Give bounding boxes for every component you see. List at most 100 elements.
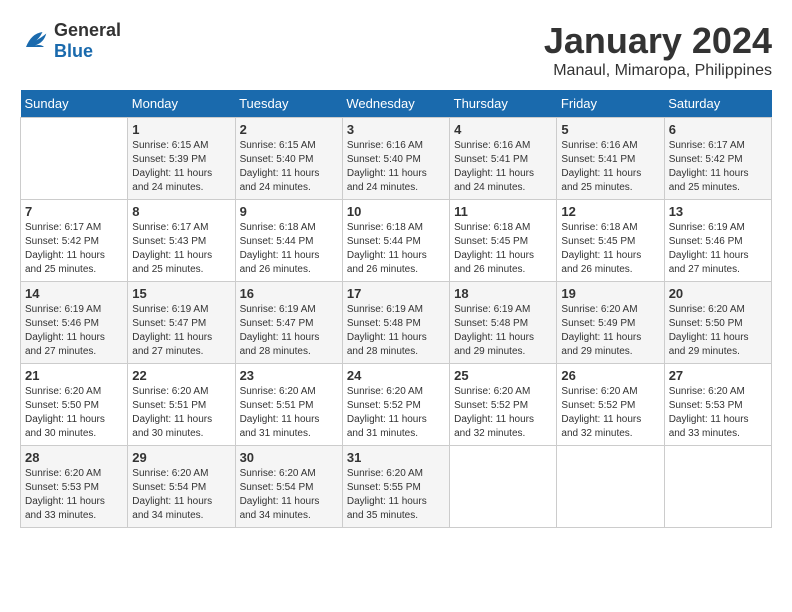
day-of-week-header: Monday <box>128 90 235 118</box>
title-block: January 2024 Manaul, Mimaropa, Philippin… <box>544 20 772 80</box>
day-info: Sunrise: 6:18 AMSunset: 5:44 PMDaylight:… <box>347 221 445 277</box>
day-info: Sunrise: 6:16 AMSunset: 5:40 PMDaylight:… <box>347 139 445 195</box>
calendar-day-cell: 16Sunrise: 6:19 AMSunset: 5:47 PMDayligh… <box>235 282 342 364</box>
day-info: Sunrise: 6:18 AMSunset: 5:45 PMDaylight:… <box>561 221 659 277</box>
day-of-week-header: Friday <box>557 90 664 118</box>
day-number: 18 <box>454 286 552 301</box>
day-number: 27 <box>669 368 767 383</box>
day-info: Sunrise: 6:20 AMSunset: 5:52 PMDaylight:… <box>347 385 445 441</box>
day-number: 3 <box>347 122 445 137</box>
day-of-week-header: Tuesday <box>235 90 342 118</box>
calendar-day-cell: 20 Sunrise: 6:20 AMSunset: 5:50 PMDayligh… <box>664 282 771 364</box>
day-number: 21 <box>25 368 123 383</box>
calendar-week-row: 7 Sunrise: 6:17 AMSunset: 5:42 PMDaylight… <box>21 200 772 282</box>
calendar-day-cell: 28 Sunrise: 6:20 AMSunset: 5:53 PMDayligh… <box>21 446 128 528</box>
calendar-day-cell <box>664 446 771 528</box>
day-info: Sunrise: 6:19 AMSunset: 5:48 PMDaylight:… <box>454 303 552 359</box>
day-number: 28 <box>25 450 123 465</box>
day-number: 15 <box>132 286 230 301</box>
day-info: Sunrise: 6:20 AMSunset: 5:53 PMDaylight:… <box>669 385 767 441</box>
calendar-day-cell: 24Sunrise: 6:20 AMSunset: 5:52 PMDayligh… <box>342 364 449 446</box>
day-number: 31 <box>347 450 445 465</box>
day-number: 29 <box>132 450 230 465</box>
days-of-week-row: SundayMondayTuesdayWednesdayThursdayFrid… <box>21 90 772 118</box>
calendar-day-cell: 14Sunrise: 6:19 AMSunset: 5:46 PMDayligh… <box>21 282 128 364</box>
calendar-week-row: 28 Sunrise: 6:20 AMSunset: 5:53 PMDayligh… <box>21 446 772 528</box>
calendar-day-cell: 7 Sunrise: 6:17 AMSunset: 5:42 PMDaylight… <box>21 200 128 282</box>
general-blue-logo-icon <box>20 26 50 56</box>
calendar-day-cell <box>21 118 128 200</box>
calendar-day-cell: 29 Sunrise: 6:20 AMSunset: 5:54 PMDayligh… <box>128 446 235 528</box>
day-number: 4 <box>454 122 552 137</box>
day-info: Sunrise: 6:20 AMSunset: 5:51 PMDaylight:… <box>132 385 230 441</box>
day-info: Sunrise: 6:19 AMSunset: 5:46 PMDaylight:… <box>669 221 767 277</box>
calendar-week-row: 21Sunrise: 6:20 AMSunset: 5:50 PMDayligh… <box>21 364 772 446</box>
calendar-day-cell <box>450 446 557 528</box>
day-number: 20 <box>669 286 767 301</box>
calendar-day-cell: 21Sunrise: 6:20 AMSunset: 5:50 PMDayligh… <box>21 364 128 446</box>
calendar-day-cell: 3 Sunrise: 6:16 AMSunset: 5:40 PMDaylight… <box>342 118 449 200</box>
calendar-day-cell: 13Sunrise: 6:19 AMSunset: 5:46 PMDayligh… <box>664 200 771 282</box>
day-info: Sunrise: 6:15 AMSunset: 5:40 PMDaylight:… <box>240 139 338 195</box>
day-number: 26 <box>561 368 659 383</box>
day-number: 30 <box>240 450 338 465</box>
day-info: Sunrise: 6:17 AMSunset: 5:42 PMDaylight:… <box>669 139 767 195</box>
day-number: 12 <box>561 204 659 219</box>
calendar-week-row: 1Sunrise: 6:15 AMSunset: 5:39 PMDaylight… <box>21 118 772 200</box>
day-number: 9 <box>240 204 338 219</box>
calendar-day-cell: 12 Sunrise: 6:18 AMSunset: 5:45 PMDayligh… <box>557 200 664 282</box>
calendar-day-cell: 9Sunrise: 6:18 AMSunset: 5:44 PMDaylight… <box>235 200 342 282</box>
day-number: 22 <box>132 368 230 383</box>
day-info: Sunrise: 6:20 AMSunset: 5:54 PMDaylight:… <box>132 467 230 523</box>
calendar-day-cell: 8 Sunrise: 6:17 AMSunset: 5:43 PMDaylight… <box>128 200 235 282</box>
day-info: Sunrise: 6:20 AMSunset: 5:52 PMDaylight:… <box>454 385 552 441</box>
day-number: 11 <box>454 204 552 219</box>
day-number: 10 <box>347 204 445 219</box>
day-info: Sunrise: 6:20 AMSunset: 5:50 PMDaylight:… <box>669 303 767 359</box>
day-number: 6 <box>669 122 767 137</box>
day-of-week-header: Saturday <box>664 90 771 118</box>
calendar-day-cell: 30 Sunrise: 6:20 AMSunset: 5:54 PMDayligh… <box>235 446 342 528</box>
calendar-day-cell: 31Sunrise: 6:20 AMSunset: 5:55 PMDayligh… <box>342 446 449 528</box>
day-number: 14 <box>25 286 123 301</box>
day-of-week-header: Thursday <box>450 90 557 118</box>
calendar-header: SundayMondayTuesdayWednesdayThursdayFrid… <box>21 90 772 118</box>
calendar-day-cell: 15Sunrise: 6:19 AMSunset: 5:47 PMDayligh… <box>128 282 235 364</box>
day-info: Sunrise: 6:17 AMSunset: 5:42 PMDaylight:… <box>25 221 123 277</box>
day-info: Sunrise: 6:18 AMSunset: 5:45 PMDaylight:… <box>454 221 552 277</box>
calendar-day-cell: 23Sunrise: 6:20 AMSunset: 5:51 PMDayligh… <box>235 364 342 446</box>
day-info: Sunrise: 6:15 AMSunset: 5:39 PMDaylight:… <box>132 139 230 195</box>
day-number: 17 <box>347 286 445 301</box>
calendar-day-cell: 26 Sunrise: 6:20 AMSunset: 5:52 PMDayligh… <box>557 364 664 446</box>
day-number: 7 <box>25 204 123 219</box>
day-info: Sunrise: 6:20 AMSunset: 5:53 PMDaylight:… <box>25 467 123 523</box>
day-of-week-header: Wednesday <box>342 90 449 118</box>
calendar-day-cell: 27 Sunrise: 6:20 AMSunset: 5:53 PMDayligh… <box>664 364 771 446</box>
calendar-day-cell: 25 Sunrise: 6:20 AMSunset: 5:52 PMDayligh… <box>450 364 557 446</box>
calendar-table: SundayMondayTuesdayWednesdayThursdayFrid… <box>20 90 772 528</box>
day-info: Sunrise: 6:20 AMSunset: 5:54 PMDaylight:… <box>240 467 338 523</box>
day-info: Sunrise: 6:16 AMSunset: 5:41 PMDaylight:… <box>454 139 552 195</box>
day-number: 8 <box>132 204 230 219</box>
calendar-day-cell: 4 Sunrise: 6:16 AMSunset: 5:41 PMDaylight… <box>450 118 557 200</box>
logo-blue: Blue <box>54 41 121 62</box>
month-title: January 2024 <box>544 20 772 62</box>
calendar-day-cell: 1Sunrise: 6:15 AMSunset: 5:39 PMDaylight… <box>128 118 235 200</box>
day-number: 25 <box>454 368 552 383</box>
calendar-day-cell: 19Sunrise: 6:20 AMSunset: 5:49 PMDayligh… <box>557 282 664 364</box>
day-info: Sunrise: 6:17 AMSunset: 5:43 PMDaylight:… <box>132 221 230 277</box>
day-info: Sunrise: 6:20 AMSunset: 5:52 PMDaylight:… <box>561 385 659 441</box>
calendar-day-cell: 17 Sunrise: 6:19 AMSunset: 5:48 PMDayligh… <box>342 282 449 364</box>
day-info: Sunrise: 6:19 AMSunset: 5:48 PMDaylight:… <box>347 303 445 359</box>
calendar-day-cell: 6 Sunrise: 6:17 AMSunset: 5:42 PMDaylight… <box>664 118 771 200</box>
calendar-day-cell: 18 Sunrise: 6:19 AMSunset: 5:48 PMDayligh… <box>450 282 557 364</box>
calendar-day-cell: 5Sunrise: 6:16 AMSunset: 5:41 PMDaylight… <box>557 118 664 200</box>
calendar-day-cell: 22 Sunrise: 6:20 AMSunset: 5:51 PMDayligh… <box>128 364 235 446</box>
logo-text: General Blue <box>54 20 121 62</box>
day-number: 16 <box>240 286 338 301</box>
calendar-body: 1Sunrise: 6:15 AMSunset: 5:39 PMDaylight… <box>21 118 772 528</box>
logo: General Blue <box>20 20 121 62</box>
calendar-week-row: 14Sunrise: 6:19 AMSunset: 5:46 PMDayligh… <box>21 282 772 364</box>
logo-general: General <box>54 20 121 41</box>
day-info: Sunrise: 6:20 AMSunset: 5:49 PMDaylight:… <box>561 303 659 359</box>
